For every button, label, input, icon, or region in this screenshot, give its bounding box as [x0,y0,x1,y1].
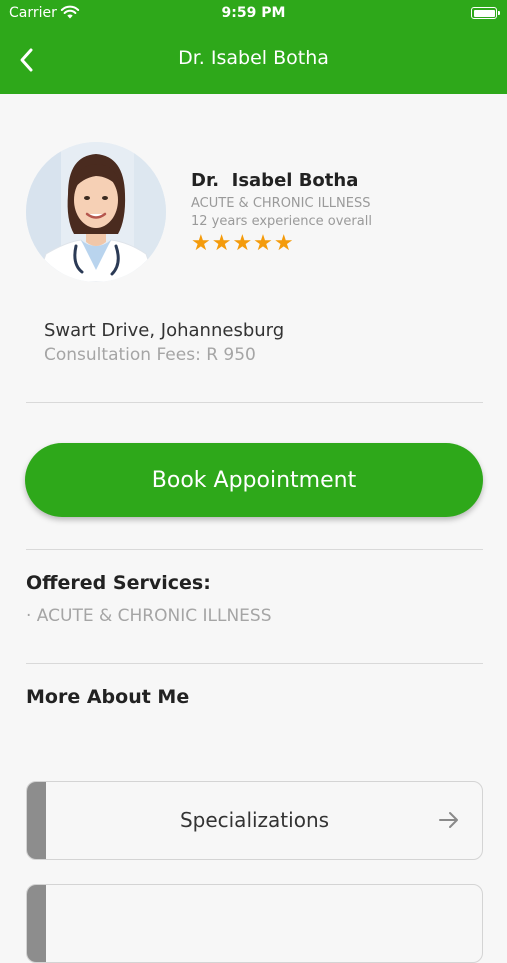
book-appointment-button[interactable]: Book Appointment [25,443,483,517]
clinic-address: Swart Drive, Johannesburg [44,320,285,341]
specializations-label: Specializations [179,808,330,832]
about-heading: More About Me [26,686,190,708]
divider [26,549,483,550]
doctor-experience: 12 years experience overall [191,214,372,229]
doctor-specialty: ACUTE & CHRONIC ILLNESS [191,196,371,211]
specializations-card[interactable]: Specializations [26,781,483,860]
services-heading: Offered Services: [26,572,211,594]
divider [26,663,483,664]
consultation-fees: Consultation Fees: R 950 [44,345,256,365]
rating-stars: ★★★★★ [191,231,295,256]
battery-icon [471,7,500,19]
clock: 9:59 PM [221,5,286,21]
doctor-name: Dr. Isabel Botha [191,170,359,191]
doctor-avatar [26,142,166,282]
page-title: Dr. Isabel Botha [178,47,329,69]
service-item: · ACUTE & CHRONIC ILLNESS [26,606,272,626]
nav-bar: Dr. Isabel Botha [0,28,507,94]
arrow-right-icon [439,812,458,828]
divider [26,402,483,403]
next-card[interactable] [26,884,483,963]
card-stripe [27,885,46,962]
status-bar: Carrier 9:59 PM [0,0,507,28]
